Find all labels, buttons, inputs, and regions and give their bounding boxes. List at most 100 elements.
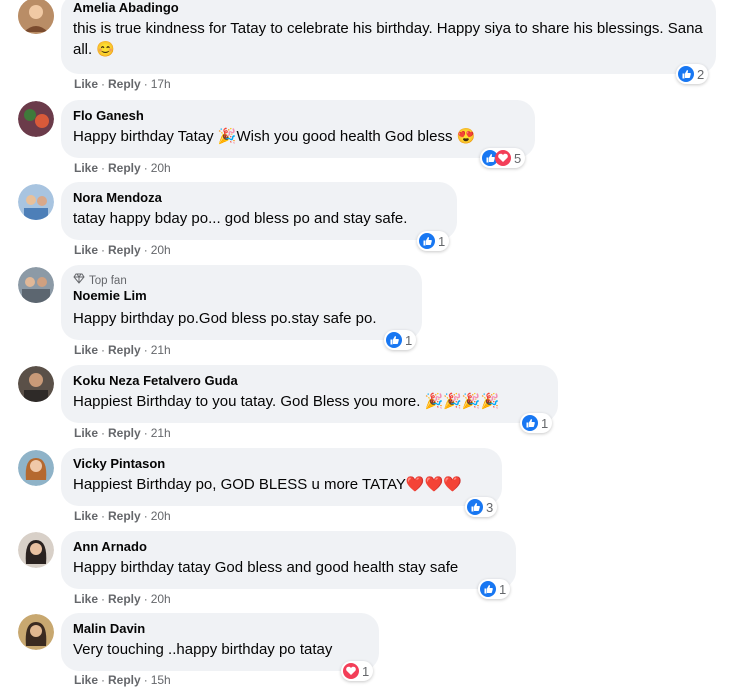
separator: · [143,426,148,440]
avatar[interactable] [18,101,54,137]
reaction-summary[interactable]: 1 [341,661,374,681]
separator: · [101,161,106,175]
comment-bubble: Ann Arnado Happy birthday tatay God bles… [61,531,516,589]
separator: · [143,77,148,91]
comment-actions: Like · Reply · 21h [74,342,171,358]
reaction-count: 1 [362,663,370,679]
comment-time[interactable]: 20h [151,592,171,606]
like-link[interactable]: Like [74,673,98,687]
reaction-summary[interactable]: 1 [384,330,417,350]
comment-bubble: Malin Davin Very touching ..happy birthd… [61,613,379,671]
separator: · [101,243,106,257]
separator: · [101,343,106,357]
avatar[interactable] [18,614,54,650]
avatar[interactable] [18,0,54,34]
thumbs-up-icon [419,233,435,249]
avatar[interactable] [18,184,54,220]
separator: · [101,77,106,91]
thumbs-up-icon [480,581,496,597]
diamond-icon [73,273,85,288]
comment-time[interactable]: 20h [151,243,171,257]
commenter-name[interactable]: Amelia Abadingo [73,0,704,16]
comment-bubble: Top fan Noemie Lim Happy birthday po.God… [61,265,422,340]
reply-link[interactable]: Reply [108,243,141,257]
reply-link[interactable]: Reply [108,592,141,606]
comment-actions: Like · Reply · 20h [74,591,171,607]
avatar[interactable] [18,450,54,486]
like-link[interactable]: Like [74,77,98,91]
comment-text: Happy birthday tatay God bless and good … [73,559,459,576]
reaction-summary[interactable]: 5 [480,148,526,168]
thumbs-up-icon [522,415,538,431]
reaction-count: 1 [541,415,549,431]
comment-actions: Like · Reply · 20h [74,508,171,524]
comment-actions: Like · Reply · 21h [74,425,171,441]
like-link[interactable]: Like [74,509,98,523]
comment-text: tatay happy bday po... god bless po and … [73,210,408,227]
comment-time[interactable]: 21h [151,426,171,440]
reaction-summary[interactable]: 3 [465,497,498,517]
comment-actions: Like · Reply · 17h [74,76,171,92]
comment-text: Happiest Birthday to you tatay. God Bles… [73,393,500,410]
reaction-count: 1 [438,233,446,249]
comment-text: Happy birthday po.God bless po.stay safe… [73,310,377,327]
reaction-summary[interactable]: 2 [676,64,709,84]
commenter-name[interactable]: Flo Ganesh [73,108,523,124]
comment-actions: Like · Reply · 20h [74,160,171,176]
reply-link[interactable]: Reply [108,426,141,440]
comment-time[interactable]: 17h [151,77,171,91]
comment-text: this is true kindness for Tatay to celeb… [73,20,703,58]
reaction-summary[interactable]: 1 [520,413,553,433]
commenter-name[interactable]: Nora Mendoza [73,190,445,206]
comment-time[interactable]: 21h [151,343,171,357]
reaction-count: 1 [499,581,507,597]
separator: · [101,592,106,606]
heart-icon [495,150,511,166]
commenter-name[interactable]: Malin Davin [73,621,367,637]
like-link[interactable]: Like [74,343,98,357]
comment-time[interactable]: 15h [151,673,171,687]
comment-bubble: Koku Neza Fetalvero Guda Happiest Birthd… [61,365,558,423]
like-link[interactable]: Like [74,592,98,606]
reaction-count: 5 [514,150,522,166]
reply-link[interactable]: Reply [108,343,141,357]
avatar[interactable] [18,366,54,402]
separator: · [143,343,148,357]
reply-link[interactable]: Reply [108,77,141,91]
comment-text: Very touching ..happy birthday po tatay [73,641,333,658]
comment-time[interactable]: 20h [151,161,171,175]
reaction-count: 2 [697,66,705,82]
reply-link[interactable]: Reply [108,161,141,175]
reply-link[interactable]: Reply [108,673,141,687]
avatar[interactable] [18,532,54,568]
comment-bubble: Amelia Abadingo this is true kindness fo… [61,0,716,74]
reaction-summary[interactable]: 1 [478,579,511,599]
commenter-name[interactable]: Ann Arnado [73,539,504,555]
comment-actions: Like · Reply · 20h [74,242,171,258]
comment-text: Happiest Birthday po, GOD BLESS u more T… [73,476,462,493]
commenter-name[interactable]: Noemie Lim [73,288,410,304]
like-link[interactable]: Like [74,426,98,440]
avatar[interactable] [18,267,54,303]
thumbs-up-icon [678,66,694,82]
reaction-count: 3 [486,499,494,515]
comment-bubble: Vicky Pintason Happiest Birthday po, GOD… [61,448,502,506]
like-link[interactable]: Like [74,243,98,257]
comment-text: Happy birthday Tatay 🎉Wish you good heal… [73,128,476,145]
reaction-count: 1 [405,332,413,348]
reaction-summary[interactable]: 1 [417,231,450,251]
heart-icon [343,663,359,679]
comment-time[interactable]: 20h [151,509,171,523]
separator: · [101,673,106,687]
separator: · [143,243,148,257]
like-link[interactable]: Like [74,161,98,175]
thumbs-up-icon [386,332,402,348]
comment-actions: Like · Reply · 15h [74,672,171,688]
comment-bubble: Nora Mendoza tatay happy bday po... god … [61,182,457,240]
separator: · [143,673,148,687]
reply-link[interactable]: Reply [108,509,141,523]
commenter-name[interactable]: Koku Neza Fetalvero Guda [73,373,546,389]
separator: · [143,509,148,523]
badge-label: Top fan [89,274,127,287]
commenter-name[interactable]: Vicky Pintason [73,456,490,472]
